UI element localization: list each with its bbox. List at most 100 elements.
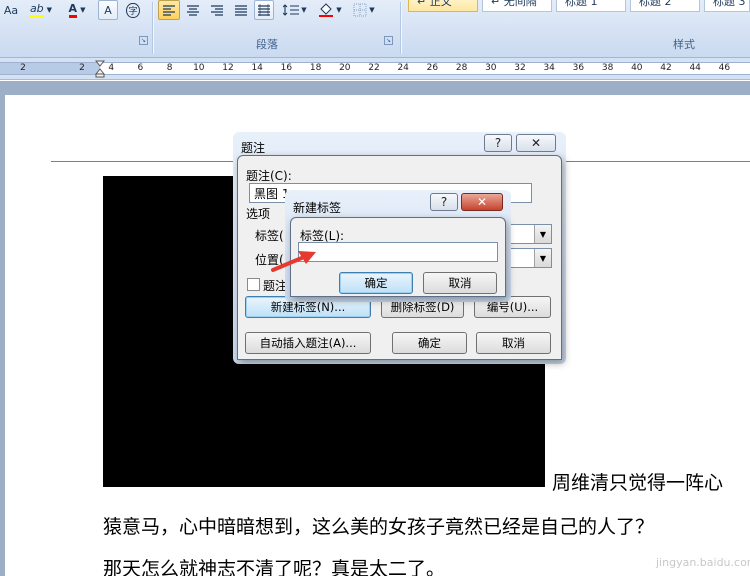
- styles-group-label: 样式: [673, 38, 695, 51]
- caption-field-label: 题注(C):: [246, 169, 292, 183]
- align-left-button[interactable]: [158, 0, 180, 20]
- new-label-close-button[interactable]: ✕: [461, 193, 503, 211]
- group-separator: [400, 2, 401, 54]
- align-right-button[interactable]: [206, 0, 228, 20]
- shading-button[interactable]: ▼: [314, 0, 346, 20]
- ruler-tick-label: 26: [426, 63, 439, 73]
- document-text-line[interactable]: 周维清只觉得一阵心: [552, 468, 723, 495]
- align-left-icon: [163, 5, 175, 16]
- options-group-label: 选项: [246, 207, 271, 221]
- ruler-tick-label: 40: [631, 63, 643, 73]
- caption-cancel-button[interactable]: 取消: [476, 332, 551, 354]
- caption-dialog-title: 题注: [241, 141, 266, 155]
- ruler-margin-area: [0, 63, 100, 74]
- help-icon: ?: [494, 136, 502, 150]
- chevron-down-icon: ▼: [336, 6, 342, 14]
- ruler-tick-label: 38: [601, 63, 614, 73]
- exclude-label-text: 题注: [263, 279, 288, 293]
- paragraph-dialog-launcher-icon[interactable]: ↘: [384, 36, 393, 45]
- style-heading-1[interactable]: 标题 1: [556, 0, 626, 12]
- ruler-tick-label: 46: [718, 63, 731, 73]
- caption-close-button[interactable]: ✕: [516, 134, 556, 152]
- new-label-help-button[interactable]: ?: [430, 193, 458, 211]
- change-case-label: Aa: [3, 3, 19, 17]
- new-label-ok-button[interactable]: 确定: [339, 272, 413, 294]
- change-case-button[interactable]: Aa: [0, 0, 22, 20]
- character-shading-icon: A: [104, 3, 112, 17]
- ruler-tick-label: 14: [251, 63, 263, 73]
- new-label-cancel-button[interactable]: 取消: [423, 272, 497, 294]
- horizontal-ruler[interactable]: 2 2 4 6 8 10 12 14 16 18 20 22 24 26 28 30 32 34 36 38 40 42 4…: [0, 58, 750, 80]
- group-separator: [152, 2, 153, 54]
- red-arrow-annotation-icon: [271, 251, 316, 272]
- ruler-tick-label: 42: [660, 63, 672, 73]
- caption-ok-button[interactable]: 确定: [392, 332, 467, 354]
- align-right-icon: [211, 5, 223, 16]
- style-no-spacing[interactable]: ↵ 无间隔: [482, 0, 552, 12]
- font-dialog-launcher-icon[interactable]: ↘: [139, 36, 148, 45]
- watermark-site: jingyan.baidu.com: [656, 556, 750, 569]
- style-label: ↵ 无间隔: [491, 0, 537, 8]
- distributed-button[interactable]: [254, 0, 274, 20]
- line-spacing-button[interactable]: ▼: [278, 0, 312, 20]
- ruler-tick-label: 2: [79, 63, 85, 73]
- new-label-input[interactable]: [298, 242, 498, 262]
- style-label: 标题 3: [713, 0, 746, 8]
- ruler-tick-label: 22: [368, 63, 380, 73]
- style-heading-2[interactable]: 标题 2: [630, 0, 700, 12]
- ruler-tick-label: 44: [689, 63, 701, 73]
- distributed-icon: [258, 4, 270, 16]
- indent-marker-icon[interactable]: [95, 60, 105, 78]
- borders-icon: [353, 3, 367, 17]
- ruler-tick-label: 4: [108, 63, 115, 73]
- ruler-tick-label: 8: [166, 63, 173, 73]
- ribbon: Aa ab ▼ A ▼ A 字 ↘ ▼ ▼ ▼ 段落 ↘ ↵ 正文 ↵ 无间隔 …: [0, 0, 750, 58]
- justify-button[interactable]: [230, 0, 252, 20]
- line-spacing-icon: [283, 4, 300, 16]
- new-label-dialog-title: 新建标签: [293, 201, 342, 215]
- ruler-tick-label: 24: [397, 63, 409, 73]
- ruler-tick-label: 20: [339, 63, 351, 73]
- chevron-down-icon[interactable]: ▼: [534, 249, 551, 267]
- borders-button[interactable]: ▼: [348, 0, 380, 20]
- chevron-down-icon[interactable]: ▼: [534, 225, 551, 243]
- exclude-label-checkbox[interactable]: [247, 278, 260, 291]
- style-heading-3[interactable]: 标题 3: [704, 0, 750, 12]
- justify-icon: [235, 5, 247, 16]
- close-icon: ✕: [476, 195, 488, 209]
- enclose-characters-button[interactable]: 字: [122, 0, 144, 20]
- chevron-down-icon: ▼: [301, 6, 307, 14]
- label-select-label: 标签(: [255, 229, 284, 243]
- enclose-characters-icon: 字: [126, 2, 140, 18]
- highlight-icon: ab: [29, 2, 44, 18]
- ruler-tick-label: 28: [455, 63, 468, 73]
- chevron-down-icon: ▼: [46, 6, 53, 14]
- paint-bucket-icon: [319, 3, 334, 17]
- help-icon: ?: [440, 195, 448, 209]
- style-label: 标题 2: [639, 0, 672, 8]
- caption-help-button[interactable]: ?: [484, 134, 512, 152]
- align-center-button[interactable]: [182, 0, 204, 20]
- paragraph-group-label: 段落: [256, 38, 278, 51]
- ruler-tick-label: 32: [514, 63, 526, 73]
- style-label: 标题 1: [565, 0, 598, 8]
- style-label: ↵ 正文: [417, 0, 452, 8]
- font-color-button[interactable]: A ▼: [60, 0, 94, 20]
- ruler-tick-label: 18: [309, 63, 322, 73]
- ruler-tick-label: 10: [193, 63, 205, 73]
- ruler-tick-label: 6: [137, 63, 144, 73]
- chevron-down-icon: ▼: [80, 6, 86, 14]
- font-color-icon: A: [68, 2, 78, 18]
- character-shading-button[interactable]: A: [98, 0, 118, 20]
- autocaption-button[interactable]: 自动插入题注(A)...: [245, 332, 371, 354]
- chevron-down-icon: ▼: [369, 6, 375, 14]
- document-text-line[interactable]: 那天怎么就神志不清了呢？真是太二了。: [103, 554, 445, 576]
- document-text-line[interactable]: 猿意马，心中暗暗想到，这么美的女孩子竟然已经是自己的人了？: [103, 512, 654, 539]
- text-highlight-button[interactable]: ab ▼: [24, 0, 58, 20]
- ruler-tick-label: 2: [20, 63, 26, 73]
- align-center-icon: [187, 5, 199, 16]
- ruler-tick-label: 30: [485, 63, 497, 73]
- style-normal[interactable]: ↵ 正文: [408, 0, 478, 12]
- ruler-tick-label: 12: [222, 63, 234, 73]
- close-icon: ✕: [530, 136, 542, 150]
